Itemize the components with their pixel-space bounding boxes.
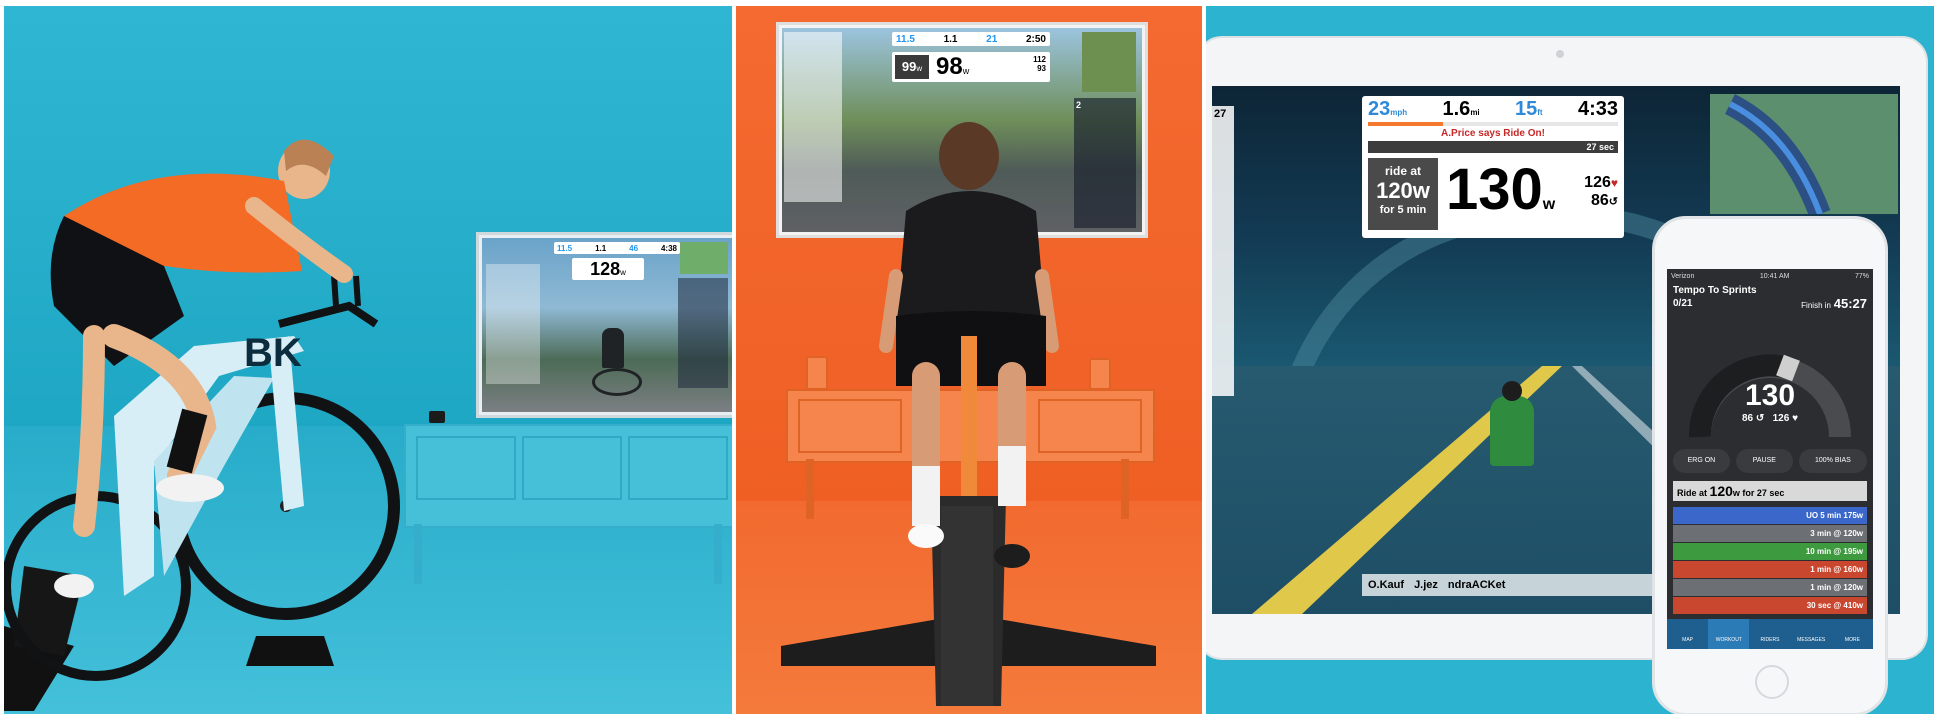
phone-cad-hr: 86 ↺ 126 ♥ xyxy=(1741,413,1799,424)
phone-power: 130 xyxy=(1744,379,1796,412)
hud-interval-label-1: ride at xyxy=(1384,164,1421,178)
rider-nameplates: O.Kauf J.jez ndraACKet xyxy=(1362,574,1674,596)
photo-panel-blue-room: 11.5 1.1 46 4:38 128w BK xyxy=(4,6,732,714)
interval-row: 1 min @ 160w xyxy=(1673,561,1867,578)
workout-header: Tempo To Sprints 0/21 Finish in 45:27 xyxy=(1667,283,1873,313)
erg-button[interactable]: ERG ON xyxy=(1673,449,1730,473)
hud-hr: 126♥ xyxy=(1584,174,1618,191)
interval-list: UO 5 min 175w 3 min @ 120w 10 min @ 195w 1 … xyxy=(1673,507,1867,615)
hud-power: 130 xyxy=(1446,157,1543,222)
interval-row: UO 5 min 175w xyxy=(1673,507,1867,524)
current-interval: Ride at 120w for 27 sec xyxy=(1673,481,1867,501)
status-carrier: Verizon xyxy=(1671,272,1695,280)
cyclist-on-tt-bike: BK xyxy=(4,139,400,711)
hud-hr-cadence: 126♥ 86↺ xyxy=(1574,174,1618,210)
tab-more[interactable]: MORE xyxy=(1832,619,1873,649)
rider-from-behind xyxy=(781,122,1156,706)
panel-tablet-and-phone: 27 23mph 1.6mi 15ft 4:33 A.Price says Ri… xyxy=(1206,6,1934,714)
avatar-rider xyxy=(1490,396,1534,466)
hud-speed: 23mph xyxy=(1368,97,1408,120)
status-battery: 77% xyxy=(1854,272,1869,280)
tablet-camera xyxy=(1556,50,1564,58)
tablet-hud: 23mph 1.6mi 15ft 4:33 A.Price says Ride … xyxy=(1362,96,1624,238)
workout-progress: 0/21 xyxy=(1673,298,1693,309)
hud-interval-target-value: 120w xyxy=(1376,178,1430,203)
phone-tab-bar: MAP WORKOUT RIDERS MESSAGES MORE xyxy=(1667,619,1873,649)
hud-power-readout: 130w xyxy=(1446,152,1555,243)
status-time: 10:41 AM xyxy=(1759,272,1790,280)
pause-button[interactable]: PAUSE xyxy=(1735,449,1793,473)
left-strip: 27 xyxy=(1212,106,1234,396)
hud-interval-label-2: for 5 min xyxy=(1379,204,1427,216)
nameplate-1: O.Kauf xyxy=(1368,579,1405,591)
hud-power-unit: w xyxy=(1542,196,1556,213)
phone-screen: Verizon 10:41 AM 77% Tempo To Sprints 0/… xyxy=(1667,269,1873,649)
hud-time: 4:33 xyxy=(1577,97,1618,120)
interval-row: 10 min @ 195w xyxy=(1673,543,1867,560)
tablet-minimap xyxy=(1710,94,1898,218)
tab-workout[interactable]: WORKOUT xyxy=(1708,619,1750,649)
bike-brand-logo: BK xyxy=(244,331,302,375)
hud-ride-on-message: A.Price says Ride On! xyxy=(1441,128,1545,139)
bias-button[interactable]: 100% BIAS xyxy=(1798,449,1867,473)
workout-title: Tempo To Sprints xyxy=(1673,285,1757,296)
photo-panel-orange-room: 11.5 1.1 21 2:50 99w 98w 112 93 2 xyxy=(736,6,1202,714)
phone-device: Verizon 10:41 AM 77% Tempo To Sprints 0/… xyxy=(1652,216,1888,714)
phone-home-button[interactable] xyxy=(1755,665,1789,699)
nameplate-3: ndraACKet xyxy=(1447,579,1506,591)
phone-status-bar: Verizon 10:41 AM 77% xyxy=(1667,269,1873,283)
hud-interval-target: ride at 120w for 5 min xyxy=(1368,158,1438,230)
interval-row: 3 min @ 120w xyxy=(1673,525,1867,542)
finish-eta: Finish in 45:27 xyxy=(1801,296,1867,311)
hud-cadence: 86↺ xyxy=(1590,192,1618,209)
phone-power-block: 130 86 ↺ 126 ♥ xyxy=(1667,379,1873,424)
tab-messages[interactable]: MESSAGES xyxy=(1791,619,1832,649)
left-strip-value: 27 xyxy=(1214,108,1227,120)
tab-riders[interactable]: RIDERS xyxy=(1749,619,1790,649)
interval-row: 1 min @ 120w xyxy=(1673,579,1867,596)
tab-map[interactable]: MAP xyxy=(1667,619,1708,649)
nameplate-2: J.jez xyxy=(1414,579,1438,591)
hud-distance: 1.6mi xyxy=(1442,97,1480,120)
hud-top-row: 23mph 1.6mi 15ft 4:33 xyxy=(1362,96,1624,122)
phone-controls: ERG ON PAUSE 100% BIAS xyxy=(1673,449,1867,473)
hud-elevation: 15ft xyxy=(1515,97,1543,120)
interval-row: 30 sec @ 410w xyxy=(1673,597,1867,614)
